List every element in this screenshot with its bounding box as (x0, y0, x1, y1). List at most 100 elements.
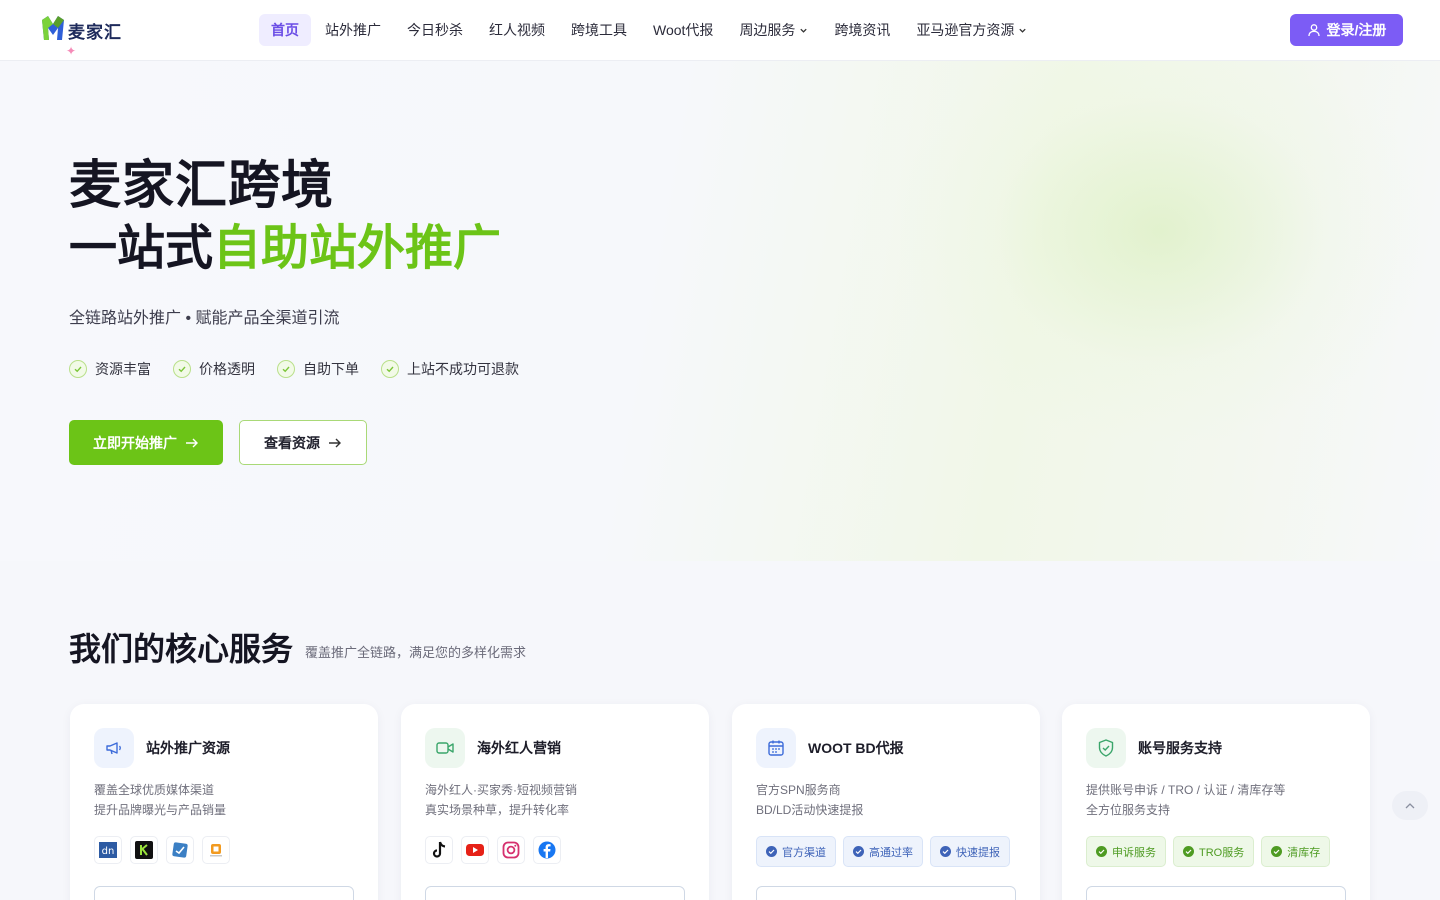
back-to-top-button[interactable] (1392, 791, 1428, 820)
feature-label: 价格透明 (199, 361, 255, 377)
social-logos (425, 836, 569, 864)
feature-label: 上站不成功可退款 (407, 361, 519, 377)
nav-label: 跨境工具 (571, 22, 627, 38)
card-title: 海外红人营销 (477, 740, 561, 756)
nav-label: 红人视频 (489, 22, 545, 38)
feature-tag: TRO服务 (1173, 836, 1255, 867)
services-subtitle: 覆盖推广全链路，满足您的多样化需求 (305, 645, 527, 660)
feature-tag: 申诉服务 (1086, 836, 1166, 867)
hero-section: 麦家汇跨境 一站式自助站外推广 全链路站外推广 • 赋能产品全渠道引流 资源丰富… (0, 61, 1440, 561)
check-badge-icon (1271, 846, 1283, 857)
service-card-influencer[interactable]: 海外红人营销 海外红人·买家秀·短视频营销 真实场景种草，提升转化率 (401, 704, 709, 900)
chevron-down-icon (1019, 28, 1027, 33)
nav-label: 今日秒杀 (407, 22, 463, 38)
nav-item-woot[interactable]: Woot代报 (641, 14, 725, 46)
hero-title-line2: 一站式自助站外推广 (69, 219, 501, 279)
slickdeals-logo (166, 836, 194, 864)
login-label: 登录/注册 (1326, 22, 1387, 38)
check-badge-icon (1183, 846, 1194, 857)
feature-tag: 官方渠道 (756, 836, 836, 867)
service-card-woot[interactable]: WOOT BD代报 官方SPN服务商 BD/LD活动快速提报 官方渠道 高通过率… (732, 704, 1040, 900)
shield-check-icon (1086, 728, 1126, 768)
nav-item-services[interactable]: 周边服务 (727, 14, 820, 46)
nav-item-news[interactable]: 跨境资讯 (822, 14, 902, 46)
check-badge-icon (853, 846, 864, 857)
arrow-right-icon (186, 438, 198, 447)
nav-label: 亚马逊官方资源 (916, 22, 1015, 38)
service-card-offsite[interactable]: 站外推广资源 覆盖全球优质媒体渠道 提升品牌曝光与产品销量 dn (70, 704, 378, 900)
megaphone-icon (94, 728, 134, 768)
check-badge-icon (766, 846, 777, 857)
logo-mark-icon (40, 16, 66, 44)
hero-title-line1: 麦家汇跨境 (69, 157, 335, 215)
tag-label: 清库存 (1287, 846, 1321, 859)
view-resources-button[interactable]: 查看资源 (239, 420, 367, 465)
feature-item: 自助下单 (277, 359, 359, 379)
deal-site-logo (202, 836, 230, 864)
main-nav: 首页 站外推广 今日秒杀 红人视频 跨境工具 Woot代报 周边服务 跨境资讯 … (259, 14, 1041, 46)
nav-item-amazon-resources[interactable]: 亚马逊官方资源 (904, 14, 1039, 46)
card-description: 海外红人·买家秀·短视频营销 真实场景种草，提升转化率 (425, 780, 577, 820)
service-card-account[interactable]: 账号服务支持 提供账号申诉 / TRO / 认证 / 清库存等 全方位服务支持 … (1062, 704, 1370, 900)
nav-label: Woot代报 (653, 22, 714, 38)
media-logos: dn (94, 836, 238, 864)
instagram-icon (497, 836, 525, 864)
nav-item-home[interactable]: 首页 (259, 14, 311, 46)
card-title: 账号服务支持 (1138, 740, 1222, 756)
nav-label: 跨境资讯 (834, 22, 891, 38)
nav-item-influencer-video[interactable]: 红人视频 (477, 14, 557, 46)
tag-label: 申诉服务 (1112, 846, 1156, 859)
feature-list: 资源丰富 价格透明 自助下单 上站不成功可退款 (69, 359, 541, 379)
start-promotion-label: 立即开始推广 (93, 434, 177, 451)
hero-title-plain: 一站式 (69, 222, 214, 275)
hero-subtitle: 全链路站外推广 • 赋能产品全渠道引流 (69, 310, 340, 327)
check-icon (381, 360, 399, 378)
check-badge-icon (1096, 846, 1107, 857)
card-action-button[interactable] (94, 886, 354, 900)
tag-label: 官方渠道 (782, 846, 826, 859)
card-desc-line: 官方SPN服务商 (756, 783, 841, 797)
nav-label: 首页 (271, 22, 299, 38)
card-action-button[interactable] (756, 886, 1016, 900)
tag-label: 高通过率 (869, 846, 913, 859)
check-badge-icon (940, 846, 951, 857)
top-header: 麦家汇 ✦ 首页 站外推广 今日秒杀 红人视频 跨境工具 Woot代报 周边服务… (0, 0, 1440, 61)
nav-item-flash-sale[interactable]: 今日秒杀 (395, 14, 475, 46)
tiktok-icon (425, 836, 453, 864)
dealnews-logo: dn (94, 836, 122, 864)
calendar-icon (756, 728, 796, 768)
brand-logo[interactable]: 麦家汇 (40, 16, 122, 44)
start-promotion-button[interactable]: 立即开始推广 (69, 420, 223, 465)
card-action-button[interactable] (425, 886, 685, 900)
services-title: 我们的核心服务 (69, 631, 294, 667)
card-desc-line: 海外红人·买家秀·短视频营销 (425, 783, 577, 797)
card-title: 站外推广资源 (146, 740, 230, 756)
tag-label: 快速提报 (956, 846, 1000, 859)
hero-background-glow (900, 61, 1420, 441)
youtube-icon (461, 836, 489, 864)
feature-label: 自助下单 (303, 361, 359, 377)
feature-item: 价格透明 (173, 359, 255, 379)
nav-label: 站外推广 (325, 22, 381, 38)
card-description: 官方SPN服务商 BD/LD活动快速提报 (756, 780, 863, 820)
card-description: 覆盖全球优质媒体渠道 提升品牌曝光与产品销量 (94, 780, 226, 820)
user-icon (1307, 24, 1320, 37)
login-register-button[interactable]: 登录/注册 (1290, 14, 1403, 46)
feature-tags: 官方渠道 高通过率 快速提报 (756, 836, 1017, 867)
card-desc-line: 提升品牌曝光与产品销量 (94, 803, 227, 817)
arrow-right-icon (329, 438, 341, 447)
brand-name: 麦家汇 (68, 22, 122, 42)
video-icon (425, 728, 465, 768)
card-action-button[interactable] (1086, 886, 1346, 900)
chevron-down-icon (800, 28, 808, 33)
svg-text:dn: dn (102, 846, 115, 857)
nav-item-offsite-promo[interactable]: 站外推广 (313, 14, 393, 46)
card-desc-line: 真实场景种草，提升转化率 (425, 803, 570, 817)
kinja-logo (130, 836, 158, 864)
nav-item-tools[interactable]: 跨境工具 (559, 14, 639, 46)
feature-tag: 清库存 (1261, 836, 1331, 867)
feature-tags: 申诉服务 TRO服务 清库存 (1086, 836, 1337, 867)
feature-item: 资源丰富 (69, 359, 151, 379)
feature-item: 上站不成功可退款 (381, 359, 519, 379)
nav-label: 周边服务 (739, 22, 796, 38)
